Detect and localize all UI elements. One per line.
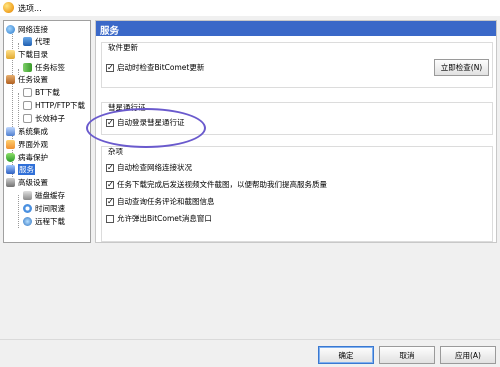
check-now-button[interactable]: 立即检查(N) [434,59,489,76]
remote-icon [23,217,32,226]
appearance-icon [6,140,15,149]
document-icon [23,88,32,97]
disk-icon [23,191,32,200]
tree-item-label: 高级设置 [18,178,48,187]
tree-item-time-speed-limit[interactable]: 时间限速 [23,203,65,214]
misc-option-query-comments[interactable]: 自动查询任务评论和截图信息 [106,196,215,207]
tree-item-proxy[interactable]: 代理 [23,36,50,47]
tree-item-download-dir[interactable]: 下载目录 [6,49,48,60]
misc-option-send-screenshot[interactable]: 任务下载完成后发送视频文件截图，以便帮助我们提高服务质量 [106,179,327,190]
checkbox[interactable] [106,196,114,207]
tree-item-service[interactable]: 服务 [6,164,35,175]
checkbox-label: 自动登录彗星通行证 [117,118,185,127]
window-title: 选项... [18,4,42,13]
advanced-icon [6,178,15,187]
options-tree[interactable]: 网络连接 代理 下载目录 任务标签 任务设置 BT下载 HTTP/FTP下载 长… [3,20,91,243]
checkbox-label: 自动检查网络连接状况 [117,163,192,172]
tree-item-long-seed[interactable]: 长效种子 [23,113,65,124]
group-title: 彗星通行证 [108,103,146,112]
tree-item-label: 下载目录 [18,50,48,59]
tree-item-task-tags[interactable]: 任务标签 [23,62,65,73]
misc-group: 杂项 自动检查网络连接状况 任务下载完成后发送视频文件截图，以便帮助我们提高服务… [101,146,493,242]
group-title: 软件更新 [108,43,138,52]
tree-line [18,93,19,127]
checkbox[interactable] [106,117,114,128]
tree-item-integration[interactable]: 系统集成 [6,126,48,137]
tree-item-appearance[interactable]: 界面外观 [6,139,48,150]
bitcomet-app-icon [3,2,14,13]
tree-item-label: 长效种子 [35,114,65,123]
tree-item-advanced[interactable]: 高级设置 [6,177,48,188]
group-title: 杂项 [108,147,123,156]
tree-item-bt-download[interactable]: BT下载 [23,87,60,98]
apply-button[interactable]: 应用(A) [440,346,496,364]
comet-pass-group: 彗星通行证 自动登录彗星通行证 [101,102,493,135]
tree-item-label: 远程下载 [35,217,65,226]
misc-option-network-check[interactable]: 自动检查网络连接状况 [106,162,192,173]
checkbox-label: 启动时检查BitComet更新 [117,63,205,72]
footer-separator [0,339,500,340]
title-bar: 选项... [0,0,500,16]
tree-item-network[interactable]: 网络连接 [6,24,48,35]
tree-item-label: 时间限速 [35,204,65,213]
checkbox-label: 自动查询任务评论和截图信息 [117,197,215,206]
folder-icon [6,50,15,59]
tree-item-task-settings[interactable]: 任务设置 [6,74,48,85]
integration-icon [6,127,15,136]
tree-item-http-ftp[interactable]: HTTP/FTP下载 [23,100,85,111]
tree-item-label: HTTP/FTP下载 [35,101,86,110]
ok-button[interactable]: 确定 [318,346,374,364]
tree-item-label: 界面外观 [18,140,48,149]
software-update-group: 软件更新 启动时检查BitComet更新 立即检查(N) [101,42,493,88]
cancel-button[interactable]: 取消 [379,346,435,364]
checkbox[interactable] [106,62,114,73]
tree-item-label: 磁盘缓存 [35,191,65,200]
checkbox[interactable] [106,214,114,223]
shield-icon [6,153,15,162]
tree-item-label: 系统集成 [18,127,48,136]
checkbox[interactable] [106,179,114,190]
checkbox-label: 允许弹出BitComet消息窗口 [117,214,212,223]
options-dialog: 网络连接 代理 下载目录 任务标签 任务设置 BT下载 HTTP/FTP下载 长… [0,16,500,367]
proxy-icon [23,37,32,46]
tree-item-label: 服务 [18,164,35,175]
tree-item-label: 网络连接 [18,25,48,34]
tree-item-remote-download[interactable]: 远程下载 [23,216,65,227]
checkbox[interactable] [106,162,114,173]
document-icon [23,101,32,110]
tree-item-label: 任务设置 [18,75,48,84]
tag-icon [23,63,32,72]
task-settings-icon [6,75,15,84]
speed-limit-icon [23,204,32,213]
globe-icon [6,25,15,34]
misc-option-popup-messages[interactable]: 允许弹出BitComet消息窗口 [106,213,212,224]
tree-item-label: 任务标签 [35,63,65,72]
tree-item-virus-protection[interactable]: 病毒保护 [6,152,48,163]
document-icon [23,114,32,123]
tree-item-label: 代理 [35,37,50,46]
panel-header: 服务 [96,21,496,37]
tree-item-label: 病毒保护 [18,153,48,162]
tree-item-disk-cache[interactable]: 磁盘缓存 [23,190,65,201]
checkbox-label: 任务下载完成后发送视频文件截图，以便帮助我们提高服务质量 [117,180,327,189]
service-icon [6,165,15,174]
auto-login-comet-pass[interactable]: 自动登录彗星通行证 [106,117,185,128]
check-update-on-start[interactable]: 启动时检查BitComet更新 [106,62,204,73]
tree-line [18,195,19,228]
tree-item-label: BT下载 [35,88,60,97]
service-panel: 服务 软件更新 启动时检查BitComet更新 立即检查(N) 彗星通行证 自动… [95,20,497,243]
